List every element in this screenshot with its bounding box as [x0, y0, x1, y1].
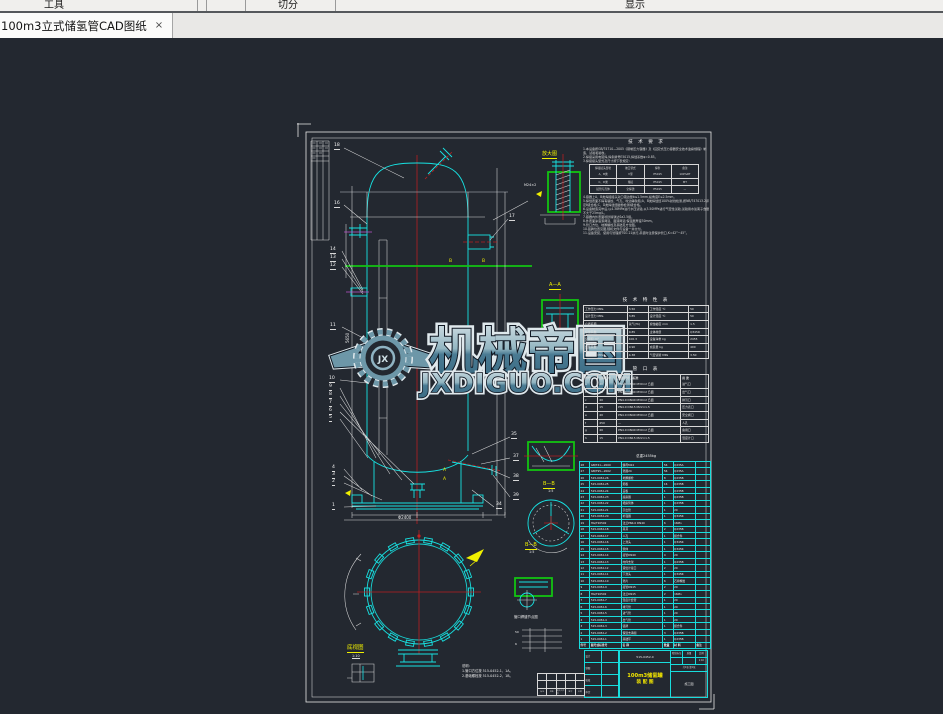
callout: 9 — [329, 385, 332, 391]
section-mark-b: B — [449, 260, 452, 264]
callout: 35 — [511, 433, 517, 439]
callout: 34 — [496, 503, 502, 509]
bom-caption: 总重2455kg — [636, 454, 656, 459]
close-icon[interactable]: × — [155, 20, 163, 31]
dim-diameter: Φ2400 — [398, 515, 412, 520]
drawing-scale: 1:10 — [696, 658, 707, 664]
menu-item-split[interactable]: 切分 — [278, 0, 298, 11]
callout: 10 — [329, 377, 335, 383]
menu-item-tools[interactable]: 工具 — [44, 0, 64, 11]
tech-characteristics: 技 术 特 性 表 工作压力 MPa3.50工作温度 ℃50设计压力 MPa3.… — [583, 297, 709, 359]
callout: 37 — [513, 455, 519, 461]
detail-title: 放大图 — [542, 152, 557, 159]
menu-bar: 工具 切分 显示 — [0, 0, 943, 13]
section-title: B—B — [525, 543, 537, 550]
section-scale: 1:5 — [529, 551, 534, 554]
detail-title: A—A — [549, 283, 561, 290]
section-scale: 1:5 — [548, 490, 553, 493]
tab-title: 100m3立式储氢管CAD图纸 — [1, 18, 147, 34]
notes-lines-rest: 4.容器上A、B类焊接接头对口错边量b≤1.5mm,棱角度E≤2.5mm。5.焊… — [583, 195, 710, 235]
section-mark-a: A — [443, 469, 446, 473]
cad-application-window: 工具 切分 显示 100m3立式储氢管CAD图纸 × — [0, 0, 943, 714]
svg-text:6: 6 — [515, 642, 517, 646]
title-block: 设计制图校核审定 515-0452-0 100m3储氢罐 装 配 图 阶段标记质… — [584, 650, 708, 698]
menu-separator — [206, 0, 207, 11]
plan-view-scale: 1:10 — [352, 655, 360, 659]
sheet-count: 共1张 第1张 — [671, 665, 707, 671]
vessel-plan-view — [345, 530, 484, 682]
drawing-title: 100m3储氢罐 装 配 图 — [620, 663, 670, 697]
callout: 12 — [330, 264, 336, 270]
bom-table: 28GB/T41—2000螺母M2456Q235A27GB/T95—2002垫圈… — [579, 461, 711, 649]
weld-table: 焊接接头部位坡口型式焊条备注 A、B类V型E5015100%RTC、D类角接E5… — [589, 164, 699, 194]
detail-views: 50 6 — [515, 154, 580, 652]
document-tab[interactable]: 100m3立式储氢管CAD图纸 × — [0, 13, 173, 38]
nozzle-table: 管 口 表 符号公称尺寸连接尺寸、标准用 途 a40PN4.0 DN40 M39… — [583, 366, 709, 443]
section-mark-b: B — [482, 260, 485, 264]
notes-title: 技 术 要 求 — [583, 139, 710, 145]
notes-lines-top: 1.本设备按GB/T4710—2005《钢制压力容器》及《固定式压力容器安全技术… — [583, 147, 710, 163]
plan-view-title: 底视图 — [347, 646, 364, 653]
callout: 39 — [513, 494, 519, 500]
revision-table: 标记处数更改文件号签字日期 — [537, 673, 585, 696]
callout: 5 — [329, 416, 332, 422]
tab-bar: 100m3立式储氢管CAD图纸 × — [0, 13, 943, 38]
drawing-stage: 施工图 — [671, 672, 707, 697]
dim-height: 5650 — [345, 332, 350, 343]
menu-separator — [335, 0, 336, 11]
cad-drawing: 50 6 Φ2400 5650 JX 机械帝国 — [0, 38, 943, 714]
detail-note: M24×2 — [524, 184, 536, 187]
callout: 7 — [329, 401, 332, 407]
menu-separator — [197, 0, 198, 11]
revision-strip — [311, 141, 329, 240]
svg-text:50: 50 — [515, 630, 519, 634]
callout: 16 — [334, 202, 340, 208]
section-mark-a: A — [443, 478, 446, 482]
callout: 14 — [330, 248, 336, 254]
callout: 38 — [513, 475, 519, 481]
menu-separator — [245, 0, 246, 11]
callout: 13 — [330, 256, 336, 262]
callout: 8 — [329, 393, 332, 399]
callout: 11 — [330, 324, 336, 330]
technical-requirements: 技 术 要 求 1.本设备按GB/T4710—2005《钢制压力容器》及《固定式… — [583, 139, 710, 235]
callout: 18 — [334, 144, 340, 150]
section-title: B—B — [543, 482, 555, 489]
callout: 1 — [332, 504, 335, 510]
bottom-notes: 说明:1.管口方位按 515-0452-1、1A。2.基础螺栓按 515-045… — [462, 664, 540, 678]
menu-item-display[interactable]: 显示 — [625, 0, 645, 11]
callout: 2 — [332, 480, 335, 486]
cad-viewport[interactable]: 50 6 Φ2400 5650 JX 机械帝国 — [0, 38, 943, 714]
callout: 17 — [509, 215, 515, 221]
drawing-code: 515-0452-0 — [620, 651, 670, 663]
weld-detail-label: 管口焊缝节点图 — [514, 616, 538, 619]
watermark-logo-text: JX — [377, 355, 388, 365]
